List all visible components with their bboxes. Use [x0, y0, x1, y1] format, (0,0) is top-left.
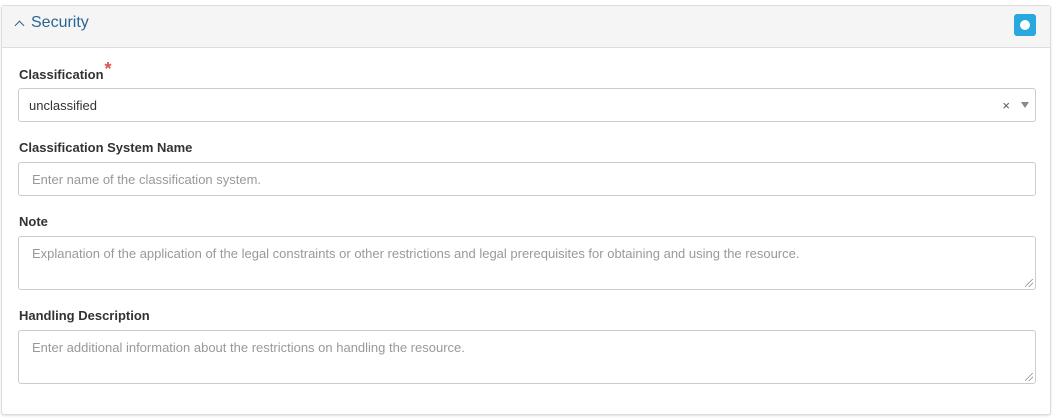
classification-value: unclassified — [29, 98, 97, 113]
note-label: Note — [19, 214, 48, 229]
status-button[interactable] — [1014, 14, 1036, 36]
classification-label-text: Classification — [19, 67, 104, 82]
classification-select[interactable]: unclassified × — [18, 88, 1036, 122]
panel-heading: Security — [2, 6, 1050, 48]
note-placeholder: Explanation of the application of the le… — [32, 246, 800, 261]
circle-icon — [1020, 20, 1030, 30]
chevron-up-icon — [14, 20, 25, 30]
handling-description-label: Handling Description — [19, 308, 150, 323]
clear-icon[interactable]: × — [1002, 98, 1010, 113]
panel-title: Security — [31, 14, 89, 31]
classification-label: Classification* — [19, 59, 112, 84]
classification-system-name-label: Classification System Name — [19, 140, 193, 155]
note-textarea[interactable]: Explanation of the application of the le… — [18, 236, 1036, 290]
classification-system-name-placeholder: Enter name of the classification system. — [32, 172, 262, 187]
resize-handle-icon[interactable] — [1025, 373, 1033, 381]
resize-handle-icon[interactable] — [1025, 279, 1033, 287]
handling-description-textarea[interactable]: Enter additional information about the r… — [18, 330, 1036, 384]
panel-toggle[interactable]: Security — [14, 14, 89, 32]
classification-system-name-input[interactable]: Enter name of the classification system. — [18, 162, 1036, 196]
handling-description-placeholder: Enter additional information about the r… — [32, 340, 465, 355]
dropdown-arrow-icon[interactable] — [1021, 102, 1029, 108]
required-asterisk: * — [104, 59, 112, 79]
security-panel: Security Classification* unclassified × … — [1, 5, 1051, 415]
